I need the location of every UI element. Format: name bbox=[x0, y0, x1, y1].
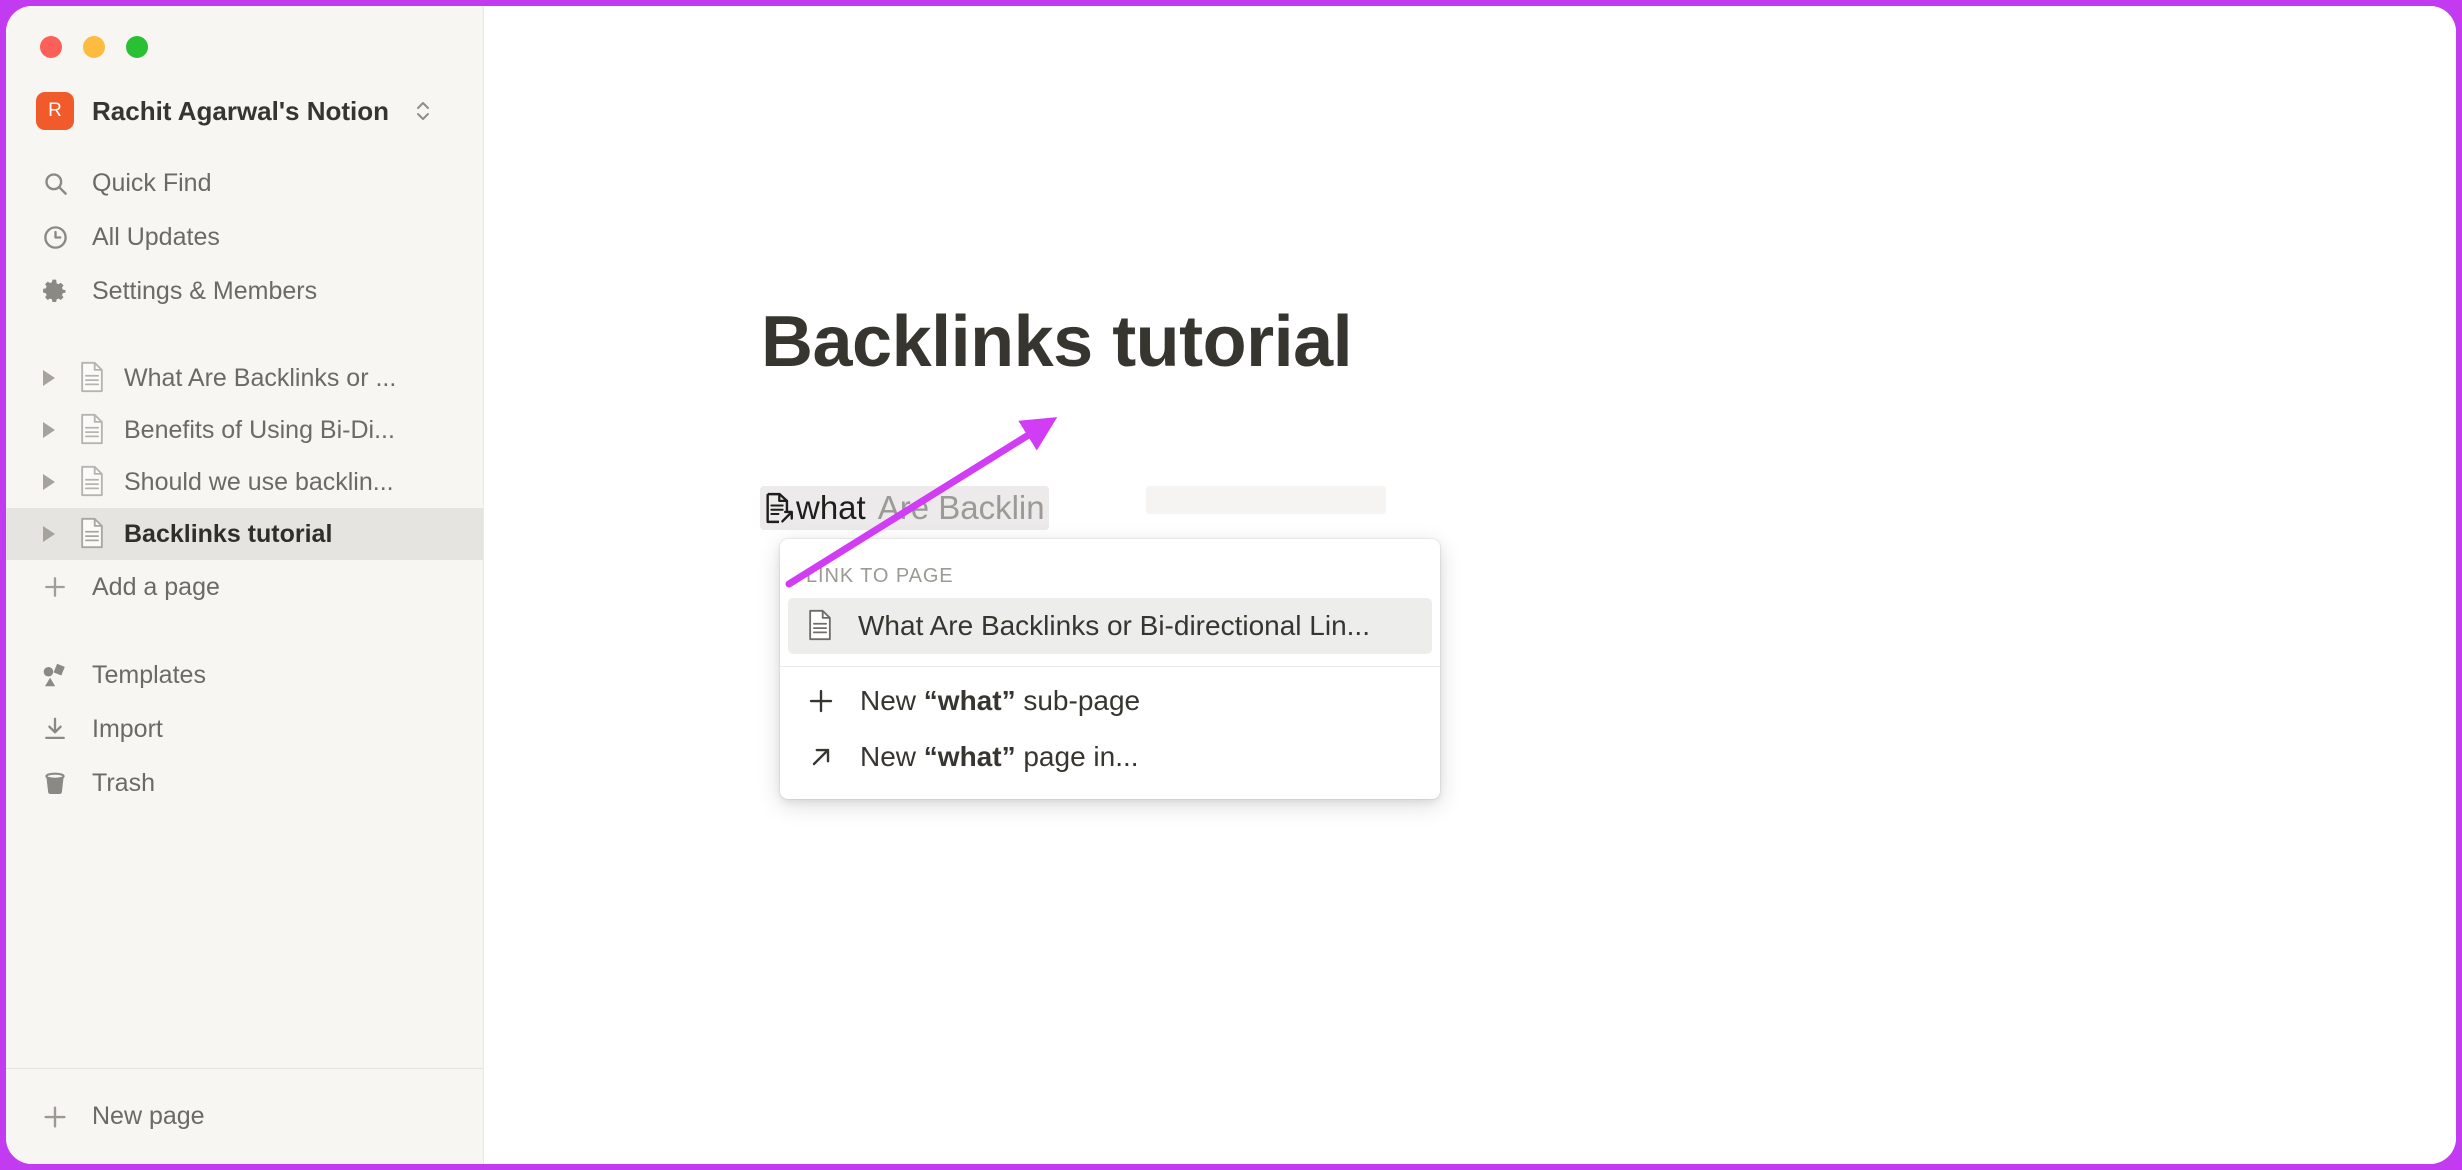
sidebar-page-label: Should we use backlin... bbox=[124, 467, 394, 496]
gear-icon bbox=[40, 276, 70, 306]
typed-query-text: what bbox=[796, 489, 866, 526]
empty-block-placeholder bbox=[1146, 486, 1386, 514]
sidebar-lower-list: Templates Import Trash bbox=[6, 648, 483, 810]
sidebar-item-templates[interactable]: Templates bbox=[6, 648, 483, 702]
clock-icon bbox=[40, 222, 70, 252]
sidebar-item-import[interactable]: Import bbox=[6, 702, 483, 756]
sidebar-page-tree: What Are Backlinks or ... Benefits of Us… bbox=[6, 352, 483, 614]
main-content: Backlinks tutorial what Are Backlin LINK… bbox=[484, 6, 2456, 1164]
new-sub-page-label: New “what” sub-page bbox=[860, 685, 1141, 716]
workspace-name: Rachit Agarwal's Notion bbox=[92, 95, 390, 126]
new-page-button[interactable]: New page bbox=[6, 1068, 483, 1164]
link-menu-result-item[interactable]: What Are Backlinks or Bi-directional Lin… bbox=[788, 598, 1432, 654]
trash-icon bbox=[40, 768, 70, 798]
sidebar-nav-list: Quick Find All Updates Settings & Member… bbox=[6, 156, 483, 318]
menu-section-label: LINK TO PAGE bbox=[806, 565, 954, 587]
arrow-up-right-icon bbox=[806, 742, 836, 772]
sidebar-page-label: Backlinks tutorial bbox=[124, 519, 333, 548]
sidebar-page-benefits-of-using[interactable]: Benefits of Using Bi-Di... bbox=[6, 404, 483, 456]
sidebar: R Rachit Agarwal's Notion Quick Find All… bbox=[6, 6, 484, 1164]
sidebar-item-label: Import bbox=[92, 714, 163, 743]
page-title[interactable]: Backlinks tutorial bbox=[761, 301, 1353, 383]
sidebar-item-label: Settings & Members bbox=[92, 276, 318, 305]
new-page-in-label: New “what” page in... bbox=[860, 741, 1139, 772]
window-traffic-lights bbox=[6, 6, 483, 80]
autocomplete-suggestion-text: Are Backlin bbox=[877, 489, 1045, 526]
sidebar-item-label: Quick Find bbox=[92, 168, 212, 197]
page-icon bbox=[78, 465, 108, 499]
sidebar-page-label: What Are Backlinks or ... bbox=[124, 363, 397, 392]
link-menu-result-label: What Are Backlinks or Bi-directional Lin… bbox=[858, 610, 1370, 641]
disclosure-triangle-icon[interactable] bbox=[36, 417, 62, 443]
sidebar-page-backlinks-tutorial[interactable]: Backlinks tutorial bbox=[6, 508, 483, 560]
sidebar-item-all-updates[interactable]: All Updates bbox=[6, 210, 483, 264]
plus-icon bbox=[40, 572, 70, 602]
page-icon bbox=[806, 609, 836, 643]
page-icon bbox=[78, 517, 108, 551]
sidebar-item-quick-find[interactable]: Quick Find bbox=[6, 156, 483, 210]
sidebar-page-label: Benefits of Using Bi-Di... bbox=[124, 415, 395, 444]
minimize-window-button[interactable] bbox=[83, 36, 105, 58]
inline-link-editor[interactable]: what Are Backlin bbox=[760, 486, 1049, 530]
new-page-label: New page bbox=[92, 1102, 205, 1130]
sidebar-item-settings-members[interactable]: Settings & Members bbox=[6, 264, 483, 318]
import-icon bbox=[40, 714, 70, 744]
disclosure-triangle-icon[interactable] bbox=[36, 365, 62, 391]
menu-divider bbox=[780, 666, 1440, 667]
sidebar-page-should-we-use[interactable]: Should we use backlin... bbox=[6, 456, 483, 508]
page-icon bbox=[78, 361, 108, 395]
notion-app-window: R Rachit Agarwal's Notion Quick Find All… bbox=[6, 6, 2456, 1164]
sidebar-item-trash[interactable]: Trash bbox=[6, 756, 483, 810]
page-link-icon bbox=[762, 491, 796, 525]
workspace-avatar: R bbox=[36, 92, 74, 130]
templates-icon bbox=[40, 660, 70, 690]
workspace-switcher[interactable]: R Rachit Agarwal's Notion bbox=[6, 80, 483, 142]
close-window-button[interactable] bbox=[40, 36, 62, 58]
chevron-up-down-icon bbox=[413, 98, 433, 124]
disclosure-triangle-icon[interactable] bbox=[36, 469, 62, 495]
sidebar-item-label: Templates bbox=[92, 660, 206, 689]
add-a-page-label: Add a page bbox=[92, 572, 220, 601]
page-icon bbox=[78, 413, 108, 447]
new-page-in-action[interactable]: New “what” page in... bbox=[788, 729, 1432, 785]
new-sub-page-action[interactable]: New “what” sub-page bbox=[788, 673, 1432, 729]
disclosure-triangle-icon[interactable] bbox=[36, 521, 62, 547]
sidebar-page-what-are-backlinks[interactable]: What Are Backlinks or ... bbox=[6, 352, 483, 404]
add-a-page-button[interactable]: Add a page bbox=[6, 560, 483, 614]
plus-icon bbox=[40, 1102, 70, 1132]
search-icon bbox=[40, 168, 70, 198]
maximize-window-button[interactable] bbox=[126, 36, 148, 58]
link-to-page-menu: LINK TO PAGE What Are Backlinks or Bi-di… bbox=[780, 539, 1440, 799]
sidebar-item-label: All Updates bbox=[92, 222, 220, 251]
sidebar-item-label: Trash bbox=[92, 768, 155, 797]
plus-icon bbox=[806, 686, 836, 716]
